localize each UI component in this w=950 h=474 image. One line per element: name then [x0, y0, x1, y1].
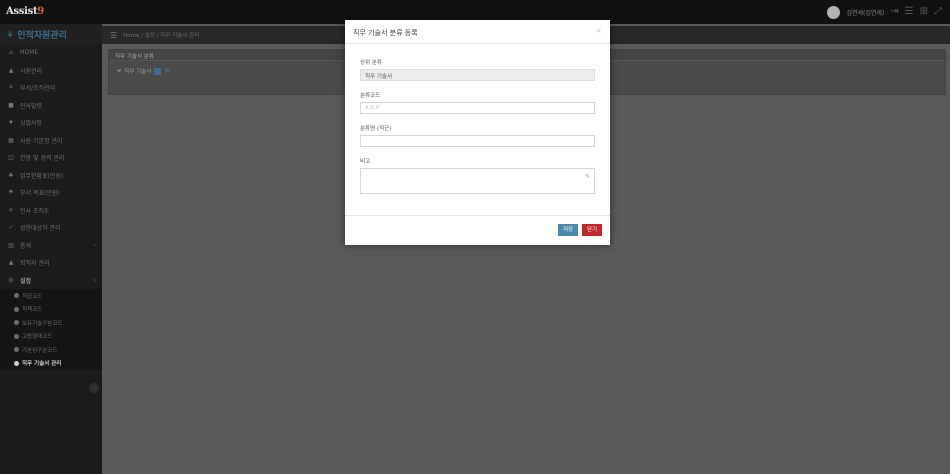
- name-label: 분류명 (직군): [360, 126, 392, 132]
- home-icon: ⌂: [9, 49, 13, 57]
- close-button[interactable]: 닫기: [582, 224, 603, 236]
- save-button[interactable]: 저장: [558, 224, 579, 236]
- modal-header: 직무 기술서 분류 등록 ×: [345, 20, 610, 44]
- submenu-item[interactable]: 직책코드: [0, 303, 102, 317]
- sidebar-item-label: 통계: [20, 242, 32, 250]
- award-icon: ♦: [8, 119, 14, 127]
- logout-icon[interactable]: ⇥: [890, 7, 898, 17]
- submenu-item-label: 보유기술구분코드: [22, 320, 63, 327]
- grid-icon[interactable]: ⊞: [920, 7, 928, 17]
- user-name[interactable]: 김연세(김연세): [846, 8, 884, 17]
- code-input[interactable]: X.0.0: [360, 102, 595, 114]
- sidebar-item-label: 퇴직자 관리: [20, 260, 50, 268]
- sidebar-item[interactable]: ▲ 사원관리: [0, 62, 102, 80]
- sidebar-item[interactable]: ■ 인사발령: [0, 97, 102, 115]
- bullet-icon: [14, 347, 19, 353]
- sidebar-item-label: 부서 목표(인원): [20, 190, 60, 198]
- parent-field: 직무 기술서: [360, 69, 595, 81]
- name-input[interactable]: [360, 135, 595, 147]
- modal-title: 직무 기술서 분류 등록: [353, 29, 418, 37]
- calendar-icon: ▦: [8, 136, 14, 144]
- submenu-item-label: 고용형태코드: [22, 334, 53, 341]
- close-icon[interactable]: ×: [595, 26, 602, 35]
- doc-icon: ■: [8, 101, 14, 109]
- sidebar-item[interactable]: ♦ 상벌사항: [0, 114, 102, 132]
- sidebar-item-label: 인사발령: [20, 102, 43, 110]
- note-textarea[interactable]: ✎: [360, 168, 595, 194]
- fullscreen-icon[interactable]: ⤢: [934, 7, 942, 17]
- bullet-icon: [14, 333, 19, 339]
- pencil-icon: ✎: [584, 173, 590, 180]
- sidebar-item-label: HOME: [20, 49, 39, 57]
- bullet-icon: [14, 293, 19, 299]
- sidebar-item-label: 상벌사항: [20, 120, 43, 128]
- breadcrumb: Home / 설정 / 직무 기술서 관리: [123, 33, 200, 39]
- gear-icon: ⚙: [8, 276, 14, 284]
- sidebar-item[interactable]: ⚘ 부서/조직관리: [0, 79, 102, 97]
- thumb-icon: ✓: [8, 224, 14, 232]
- sidebar-item[interactable]: ▦ 사원 기본정 관리: [0, 132, 102, 150]
- parent-label: 상위 분류: [360, 60, 382, 66]
- chart-icon: ◫: [8, 154, 14, 162]
- edit-node-icon[interactable]: ✎: [164, 67, 170, 75]
- sidebar-item-label: 성한대상자 관리: [20, 225, 61, 233]
- app-logo[interactable]: Assist9: [6, 6, 44, 17]
- submenu-item[interactable]: 고용형태코드: [0, 330, 102, 344]
- submenu-item-label: 직급코드: [22, 293, 43, 300]
- submenu-item-label: 가분임구분코드: [22, 347, 58, 354]
- sidebar-item[interactable]: ◫ 연봉 및 경력 관리: [0, 149, 102, 167]
- sidebar-item-label: 사원관리: [20, 67, 43, 75]
- tree-node-label[interactable]: 직무 기술서: [124, 67, 151, 75]
- avatar[interactable]: [827, 5, 841, 19]
- top-right-tools: 김연세(김연세) ⇥ ☰ ⊞ ⤢: [827, 5, 942, 19]
- chevron-left-icon: ‹: [93, 276, 96, 284]
- flag-icon: ⚑: [8, 189, 14, 197]
- org-icon: ⚘: [6, 31, 15, 41]
- submenu-item[interactable]: 직무 기술서 관리: [0, 357, 102, 371]
- bullet-icon: [14, 306, 19, 312]
- sidebar-item[interactable]: ⚑ 부서 목표(인원): [0, 184, 102, 202]
- menu-icon[interactable]: ☰: [905, 7, 914, 17]
- note-label: 비고: [360, 159, 371, 165]
- modal-footer: 저장 닫기: [345, 215, 610, 245]
- submenu-item[interactable]: 보유기술구분코드: [0, 316, 102, 330]
- sidebar-item-label: 설정: [20, 277, 32, 285]
- person-icon: ▲: [8, 66, 14, 74]
- sidebar-item[interactable]: ✓ 성한대상자 관리: [0, 219, 102, 237]
- sidebar-item-label: 인사 조직도: [20, 207, 50, 215]
- bullet-icon: [14, 360, 19, 366]
- add-node-button[interactable]: [154, 67, 162, 75]
- sidebar-item[interactable]: ⚘ 인사 조직도: [0, 202, 102, 220]
- modal-form: 상위 분류 직무 기술서 분류코드 X.0.0 분류명 (직군) 비고 ✎: [345, 44, 610, 194]
- settings-submenu: 직급코드직책코드보유기술구분코드고용형태코드가분임구분코드직무 기술서 관리: [0, 289, 102, 370]
- hamburger-icon[interactable]: ☰: [110, 31, 117, 40]
- org-icon: ⚘: [8, 84, 14, 92]
- sidebar-item[interactable]: ▲ 퇴직자 관리: [0, 254, 102, 272]
- chevron-left-icon: ‹: [93, 241, 96, 249]
- sidebar-item-setting[interactable]: ⚙ 설정 ‹: [0, 272, 102, 290]
- sidebar-item[interactable]: ♣ 업무현황표(인원): [0, 167, 102, 185]
- sidebar-item-label: 연봉 및 경력 관리: [20, 155, 65, 163]
- sidebar-title: ⚘ 인적자원관리: [0, 24, 102, 44]
- submenu-item[interactable]: 가분임구분코드: [0, 343, 102, 357]
- bullet-icon: [14, 320, 19, 326]
- user-out-icon: ▲: [8, 259, 14, 267]
- folder-icon: ▰: [117, 68, 122, 74]
- sidebar-item[interactable]: ▥ 통계 ‹: [0, 237, 102, 255]
- register-modal: 직무 기술서 분류 등록 × 상위 분류 직무 기술서 분류코드 X.0.0 분…: [345, 20, 610, 245]
- submenu-item[interactable]: 직급코드: [0, 289, 102, 303]
- sidebar-item-label: 업무현황표(인원): [20, 172, 64, 180]
- code-label: 분류코드: [360, 93, 381, 99]
- submenu-item-label: 직책코드: [22, 307, 43, 314]
- sidebar-collapse-button[interactable]: ‹: [89, 383, 99, 393]
- sidebar-item-label: 사원 기본정 관리: [20, 137, 63, 145]
- submenu-item-label: 직무 기술서 관리: [22, 361, 62, 368]
- sidebar-item-label: 부서/조직관리: [20, 85, 56, 93]
- people-icon: ♣: [8, 171, 14, 179]
- tree-icon: ⚘: [8, 206, 14, 214]
- stats-icon: ▥: [8, 241, 14, 249]
- sidebar: ⚘ 인적자원관리 ⌂ HOME ▲ 사원관리 ⚘ 부서/조직관리 ■ 인사발령 ♦ 상벌사항 ▦ 사원…: [0, 24, 102, 474]
- sidebar-item[interactable]: ⌂ HOME: [0, 44, 102, 62]
